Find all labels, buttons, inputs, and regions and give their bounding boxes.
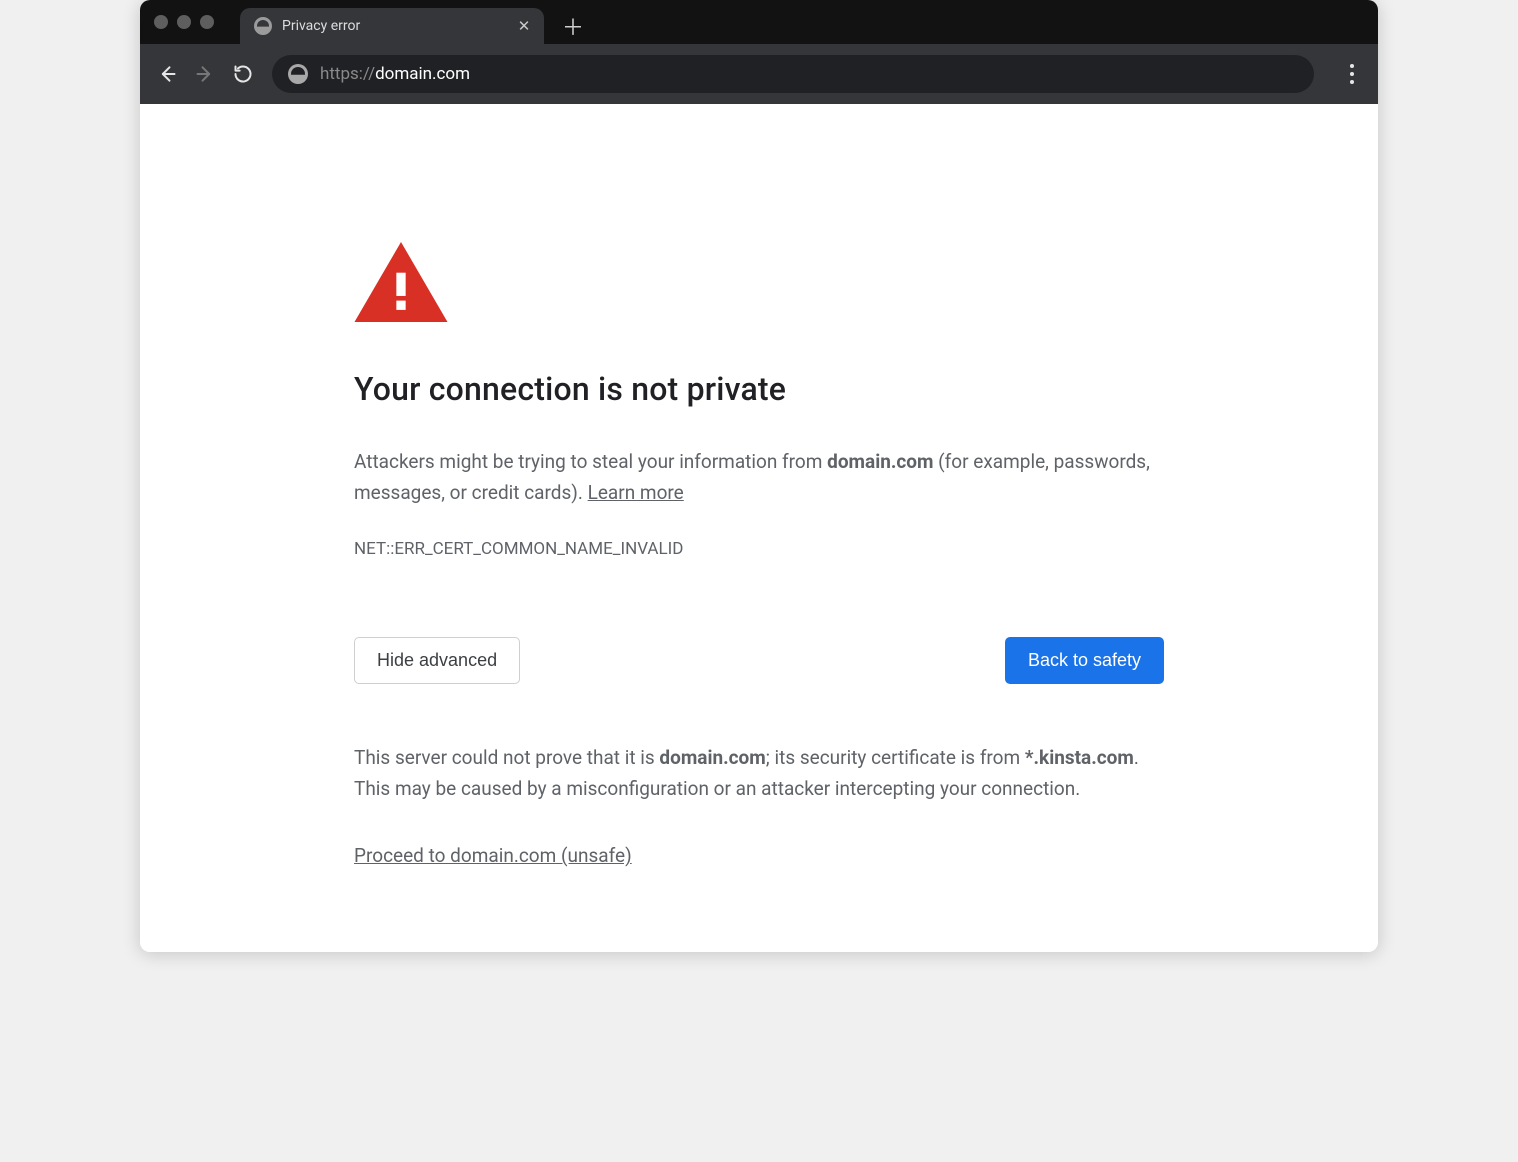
url-scheme: https:// [320,64,375,84]
proceed-unsafe-link[interactable]: Proceed to domain.com (unsafe) [354,844,632,867]
browser-tab[interactable]: Privacy error ✕ [240,8,544,44]
close-tab-icon[interactable]: ✕ [516,18,532,34]
window-zoom-dot[interactable] [200,15,214,29]
button-row: Hide advanced Back to safety [354,637,1164,684]
warning-triangle-icon [354,242,448,322]
url-text: https://domain.com [320,64,470,84]
browser-menu-button[interactable] [1340,64,1364,84]
window-controls [154,0,214,44]
error-code: NET::ERR_CERT_COMMON_NAME_INVALID [354,539,1164,559]
page-viewport: Your connection is not private Attackers… [140,104,1378,952]
globe-icon [254,17,272,35]
error-headline: Your connection is not private [354,370,1164,408]
back-to-safety-button[interactable]: Back to safety [1005,637,1164,684]
adv-domain: domain.com [659,746,765,769]
desc-domain: domain.com [827,450,933,473]
ssl-interstitial: Your connection is not private Attackers… [354,104,1164,867]
adv-cert-domain: *.kinsta.com [1025,746,1134,769]
hide-advanced-button[interactable]: Hide advanced [354,637,520,684]
window-minimize-dot[interactable] [177,15,191,29]
tab-title: Privacy error [282,18,506,34]
window-close-dot[interactable] [154,15,168,29]
reload-button[interactable] [230,61,256,87]
error-description: Attackers might be trying to steal your … [354,446,1164,509]
adv-pre: This server could not prove that it is [354,746,659,769]
learn-more-link[interactable]: Learn more [588,481,684,504]
address-bar[interactable]: https://domain.com [272,55,1314,93]
site-info-icon[interactable] [288,64,308,84]
forward-button[interactable] [192,61,218,87]
browser-window: Privacy error ✕ ＋ https://domain.com [140,0,1378,952]
desc-prefix: Attackers might be trying to steal your … [354,450,827,473]
titlebar: Privacy error ✕ ＋ [140,0,1378,44]
new-tab-button[interactable]: ＋ [562,8,584,44]
back-button[interactable] [154,61,180,87]
adv-mid: ; its security certificate is from [766,746,1025,769]
advanced-details: This server could not prove that it is d… [354,742,1164,805]
toolbar: https://domain.com [140,44,1378,104]
url-domain: domain.com [375,64,470,84]
